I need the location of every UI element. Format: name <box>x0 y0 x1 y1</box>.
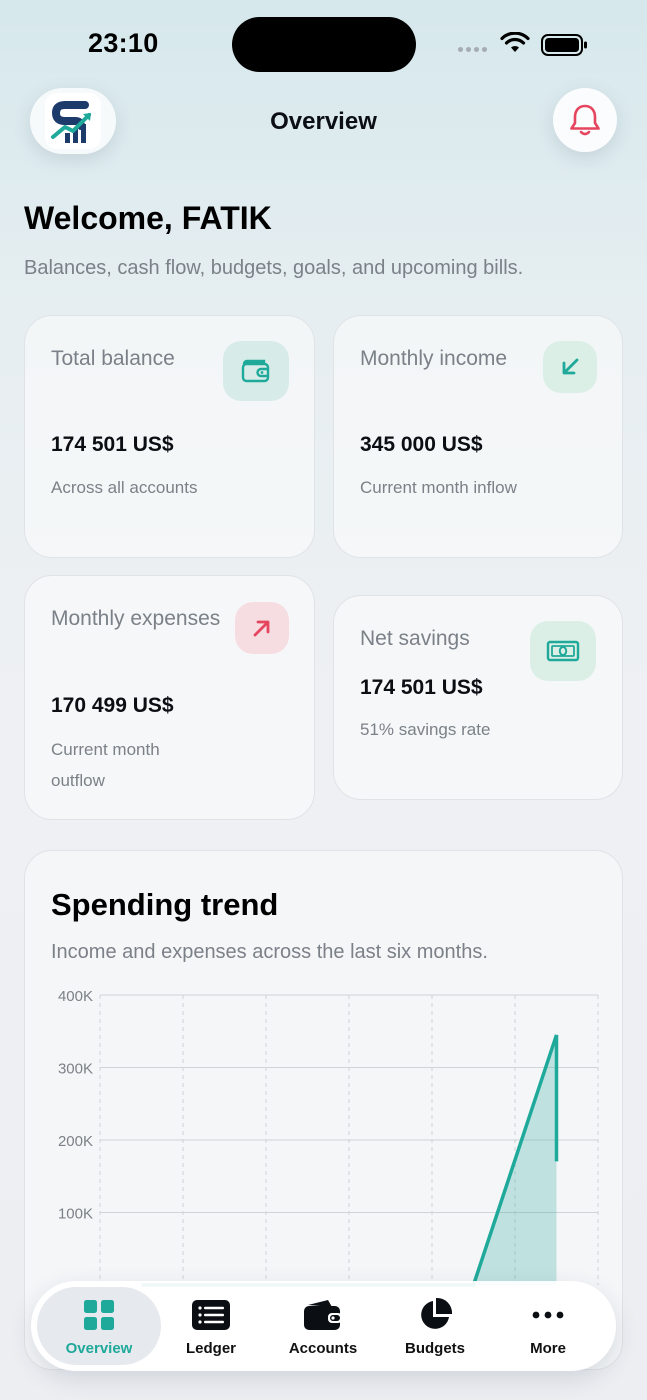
card-value: 345 000 US$ <box>360 433 483 456</box>
net-savings-card[interactable]: Net savings 174 501 US$ 51% savings rate <box>333 595 623 800</box>
banknote-icon <box>546 640 580 662</box>
tab-label: More <box>530 1340 566 1357</box>
monthly-income-card[interactable]: Monthly income 345 000 US$ Current month… <box>333 315 623 558</box>
pie-chart-icon <box>421 1297 453 1329</box>
tab-ledger[interactable]: Ledger <box>151 1287 271 1365</box>
dynamic-island <box>232 17 416 72</box>
income-area <box>141 1034 557 1285</box>
card-icon-chip <box>543 341 597 393</box>
tab-label: Ledger <box>185 1340 236 1357</box>
arrow-down-left-icon <box>562 358 579 375</box>
top-header: Overview <box>0 88 647 154</box>
tab-accounts[interactable]: Accounts <box>263 1287 383 1365</box>
card-label: Total balance <box>51 347 175 370</box>
card-note: 51% savings rate <box>360 720 491 739</box>
monthly-expenses-card[interactable]: Monthly expenses 170 499 US$ Current mon… <box>24 575 315 820</box>
bottom-tab-bar: Overview Ledger Accounts Budgets More <box>31 1281 616 1371</box>
tab-label: Accounts <box>288 1340 358 1357</box>
bell-icon <box>570 104 600 136</box>
status-time: 23:10 <box>88 28 159 58</box>
card-icon-chip <box>235 602 289 654</box>
cellular-signal-icon <box>458 47 487 52</box>
total-balance-card[interactable]: Total balance 174 501 US$ Across all acc… <box>24 315 315 558</box>
card-icon-chip <box>530 621 596 681</box>
tab-budgets[interactable]: Budgets <box>375 1287 495 1365</box>
wallet-icon <box>304 1300 342 1330</box>
card-note: Current month outflow <box>51 740 160 790</box>
battery-icon <box>541 34 587 56</box>
y-tick-label: 200K <box>58 1133 93 1150</box>
list-icon <box>192 1300 230 1330</box>
welcome-subtitle: Balances, cash flow, budgets, goals, and… <box>24 257 524 279</box>
card-note: Across all accounts <box>51 478 198 497</box>
notifications-button[interactable] <box>553 88 617 152</box>
status-bar: 23:10 <box>0 0 647 90</box>
tab-label: Overview <box>65 1340 133 1357</box>
welcome-heading: Welcome, FATIK <box>24 200 272 236</box>
y-tick-label: 100K <box>58 1206 93 1223</box>
wifi-icon <box>500 32 530 52</box>
grid-icon <box>84 1300 114 1330</box>
card-icon-chip <box>223 341 289 401</box>
card-value: 174 501 US$ <box>51 433 174 456</box>
ellipsis-icon <box>532 1311 564 1319</box>
tab-more[interactable]: More <box>488 1287 608 1365</box>
card-label: Monthly expenses <box>51 607 221 630</box>
card-value: 170 499 US$ <box>51 694 174 717</box>
tab-label: Budgets <box>405 1340 465 1357</box>
card-note: Current month inflow <box>360 478 517 497</box>
page-title: Overview <box>270 108 377 135</box>
y-tick-label: 400K <box>58 988 93 1005</box>
card-value: 174 501 US$ <box>360 676 483 699</box>
tab-overview[interactable]: Overview <box>37 1287 161 1365</box>
arrow-up-right-icon <box>253 620 270 637</box>
card-label: Monthly income <box>360 347 508 370</box>
y-tick-label: 300K <box>58 1061 93 1078</box>
wallet-icon <box>241 359 270 383</box>
